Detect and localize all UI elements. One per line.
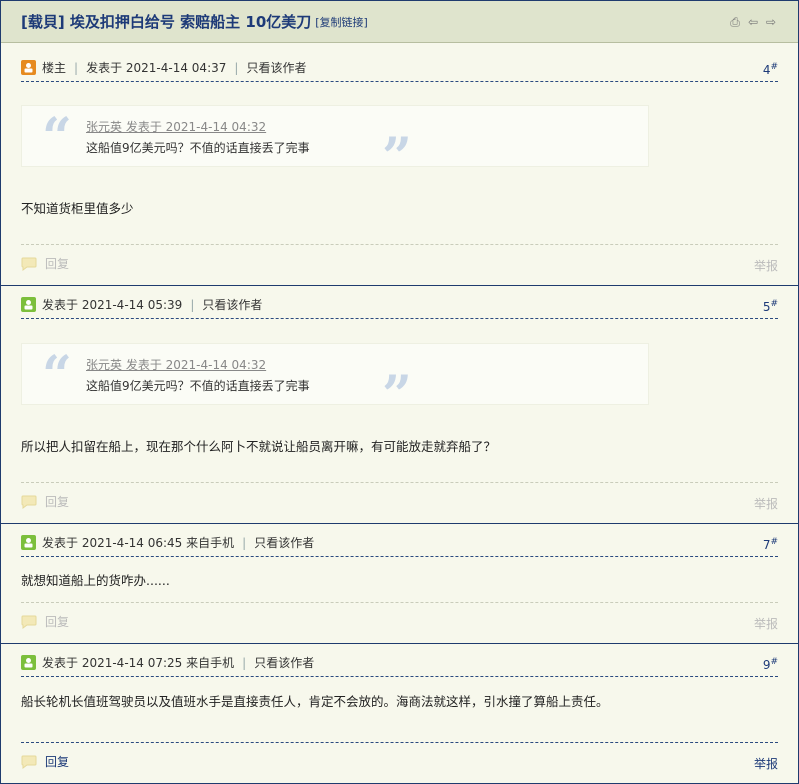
post-footer: 回复 举报 (21, 244, 778, 282)
post-body: 就想知道船上的货咋办...... (21, 573, 170, 588)
floor-number[interactable]: 9# (763, 657, 778, 672)
reply-button[interactable]: 回复 (21, 493, 69, 510)
floor-number[interactable]: 5# (763, 299, 778, 314)
user-badge-icon (21, 297, 36, 312)
post-footer: 回复 举报 (21, 742, 778, 780)
thread-title: [载貝] 埃及扣押白给号 索赔船主 10亿美刀 (21, 13, 312, 31)
post-body: 所以把人扣留在船上，现在那个什么阿卜不就说让船员离开嘛，有可能放走就弃船了？ (21, 439, 497, 454)
post: 发表于 2021-4-14 05:39 | 只看该作者 5# “ ” 张元英 发… (1, 286, 798, 524)
quote-open-icon: “ (42, 107, 72, 168)
thread-header: [载貝] 埃及扣押白给号 索赔船主 10亿美刀 [复制链接] ⎙ ⇦ ⇨ (1, 1, 798, 43)
post: 发表于 2021-4-14 06:45 来自手机 | 只看该作者 7# 就想知道… (1, 524, 798, 644)
post-time: 发表于 2021-4-14 04:37 (86, 61, 227, 75)
floor-number[interactable]: 7# (763, 537, 778, 552)
quote-text: 这船值9亿美元吗？不值的话直接丢了完事 (86, 379, 310, 393)
report-button[interactable]: 举报 (754, 615, 778, 632)
copy-link-button[interactable]: [复制链接] (315, 14, 368, 30)
post-footer: 回复 举报 (21, 602, 778, 640)
user-badge-icon (21, 655, 36, 670)
post-header: 发表于 2021-4-14 05:39 | 只看该作者 5# (21, 291, 778, 319)
thread-tools: ⎙ ⇦ ⇨ (728, 15, 778, 29)
user-badge-icon (21, 535, 36, 550)
only-author-link[interactable]: 只看该作者 (202, 296, 262, 313)
report-button[interactable]: 举报 (754, 755, 778, 772)
op-label[interactable]: 楼主 (42, 59, 66, 76)
reply-button[interactable]: 回复 (21, 255, 69, 272)
post-time: 发表于 2021-4-14 05:39 (42, 298, 183, 312)
reply-icon (21, 615, 37, 629)
quote-block: “ ” 张元英 发表于 2021-4-14 04:32 这船值9亿美元吗？不值的… (21, 105, 649, 184)
quote-open-icon: “ (42, 345, 72, 406)
only-author-link[interactable]: 只看该作者 (254, 654, 314, 671)
post: 楼主 | 发表于 2021-4-14 04:37 | 只看该作者 4# “ ” … (1, 44, 798, 286)
reply-icon (21, 257, 37, 271)
post: 发表于 2021-4-14 07:25 来自手机 | 只看该作者 9# 船长轮机… (1, 644, 798, 783)
reply-icon (21, 755, 37, 769)
quote-block: “ ” 张元英 发表于 2021-4-14 04:32 这船值9亿美元吗？不值的… (21, 343, 649, 422)
quote-author[interactable]: 张元英 发表于 2021-4-14 04:32 (86, 356, 266, 373)
op-badge-icon (21, 60, 36, 75)
reply-button[interactable]: 回复 (21, 753, 69, 770)
post-time: 发表于 2021-4-14 06:45 来自手机 (42, 536, 235, 550)
post-footer: 回复 举报 (21, 482, 778, 520)
prev-thread-icon[interactable]: ⇦ (746, 15, 760, 29)
post-header: 发表于 2021-4-14 07:25 来自手机 | 只看该作者 9# (21, 649, 778, 677)
post-body: 不知道货柜里值多少 (21, 201, 134, 216)
reply-button[interactable]: 回复 (21, 613, 69, 630)
next-thread-icon[interactable]: ⇨ (764, 15, 778, 29)
post-header: 发表于 2021-4-14 06:45 来自手机 | 只看该作者 7# (21, 529, 778, 557)
report-button[interactable]: 举报 (754, 495, 778, 512)
post-time: 发表于 2021-4-14 07:25 来自手机 (42, 656, 235, 670)
quote-text: 这船值9亿美元吗？不值的话直接丢了完事 (86, 141, 310, 155)
thread-frame: [载貝] 埃及扣押白给号 索赔船主 10亿美刀 [复制链接] ⎙ ⇦ ⇨ 楼主 … (0, 0, 799, 784)
report-button[interactable]: 举报 (754, 257, 778, 274)
post-header: 楼主 | 发表于 2021-4-14 04:37 | 只看该作者 4# (21, 54, 778, 82)
floor-number[interactable]: 4# (763, 62, 778, 77)
quote-close-icon: ” (382, 127, 412, 188)
quote-author[interactable]: 张元英 发表于 2021-4-14 04:32 (86, 118, 266, 135)
reply-icon (21, 495, 37, 509)
only-author-link[interactable]: 只看该作者 (246, 59, 306, 76)
post-body: 船长轮机长值班驾驶员以及值班水手是直接责任人，肯定不会放的。海商法就这样，引水撞… (21, 694, 609, 709)
only-author-link[interactable]: 只看该作者 (254, 534, 314, 551)
quote-close-icon: ” (382, 365, 412, 426)
print-icon[interactable]: ⎙ (728, 15, 742, 29)
